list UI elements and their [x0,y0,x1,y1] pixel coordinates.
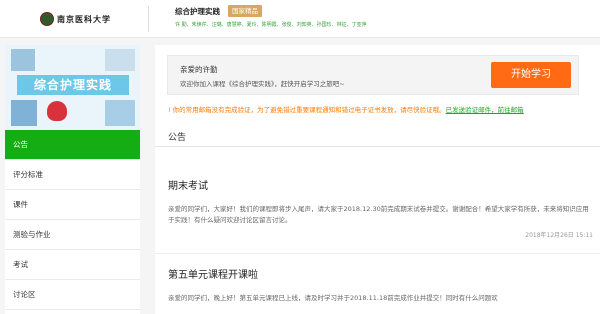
banner-title: 综合护理实践 [17,75,129,95]
university-emblem-icon [40,12,54,26]
email-verification-warning: ! 你的常用邮箱没有完成验证，为了避免错过重要课程通知和错过电子证书发放，请尽快… [168,105,588,116]
header-divider [148,6,149,32]
post-divider [155,253,600,254]
course-sidebar: 综合护理实践 公告 评分标准 课件 测验与作业 考试 讨论区 [5,45,140,314]
sidebar-item-quizzes[interactable]: 测验与作业 [5,220,140,250]
announcement-post: 第五单元课程开课啦 亲爱的同学们，晚上好！第五单元课程已上线，请及时学习并于20… [168,266,593,304]
verify-email-link[interactable]: 已发送验证邮件，前往邮箱 [446,106,524,114]
heart-icon [47,101,67,121]
university-logo[interactable]: 南京医科大学 [40,9,111,29]
logo-text: 南京医科大学 [57,13,111,24]
banner-photo [11,49,35,71]
national-quality-badge: 国家精品 [228,5,262,17]
main-content: 亲爱的许勤 欢迎你加入课程《综合护理实践》，赶快开启学习之旅吧~ 开始学习 ! … [155,45,600,314]
welcome-title: 亲爱的许勤 [180,65,218,74]
banner-photo [105,100,135,126]
sidebar-item-courseware[interactable]: 课件 [5,190,140,220]
section-divider [155,146,600,147]
top-header: 南京医科大学 综合护理实践 国家精品 许 勤、朱焕芹、汪璐、唐慧婷、夏玲、陈明霞… [0,0,600,38]
post-body: 亲爱的同学们，大家好！我们的课程即将步入尾声，请大家于2018.12.30前完成… [168,205,589,224]
announcement-post: 期末考试 亲爱的同学们，大家好！我们的课程即将步入尾声，请大家于2018.12.… [168,177,593,239]
sidebar-item-discussion[interactable]: 讨论区 [5,280,140,310]
section-title: 公告 [168,133,187,143]
course-title: 综合护理实践 [175,7,220,16]
sidebar-item-grading[interactable]: 评分标准 [5,160,140,190]
banner-photo [11,100,37,126]
post-title[interactable]: 期末考试 [168,177,593,192]
warning-text: 你的常用邮箱没有完成验证，为了避免错过重要课程通知和错过电子证书发放，请尽快验证… [172,106,446,114]
banner-photo [105,49,135,71]
post-timestamp: 2018年12月26日 15:11 [525,232,593,239]
welcome-description: 欢迎你加入课程《综合护理实践》，赶快开启学习之旅吧~ [180,80,345,88]
start-learning-button[interactable]: 开始学习 [491,62,571,88]
sidebar-item-exams[interactable]: 考试 [5,250,140,280]
sidebar-item-announcements[interactable]: 公告 [5,130,140,160]
course-banner: 综合护理实践 [5,45,140,130]
sidebar-menu: 公告 评分标准 课件 测验与作业 考试 讨论区 [5,130,140,310]
post-title[interactable]: 第五单元课程开课啦 [168,266,593,281]
post-body: 亲爱的同学们，晚上好！第五单元课程已上线，请及时学习并于2018.11.18前完… [168,294,498,302]
teacher-list[interactable]: 许 勤、朱焕芹、汪璐、唐慧婷、夏玲、陈明霞、张俊、刘知英、孙国珍、林征、丁亚萍 [175,21,367,28]
